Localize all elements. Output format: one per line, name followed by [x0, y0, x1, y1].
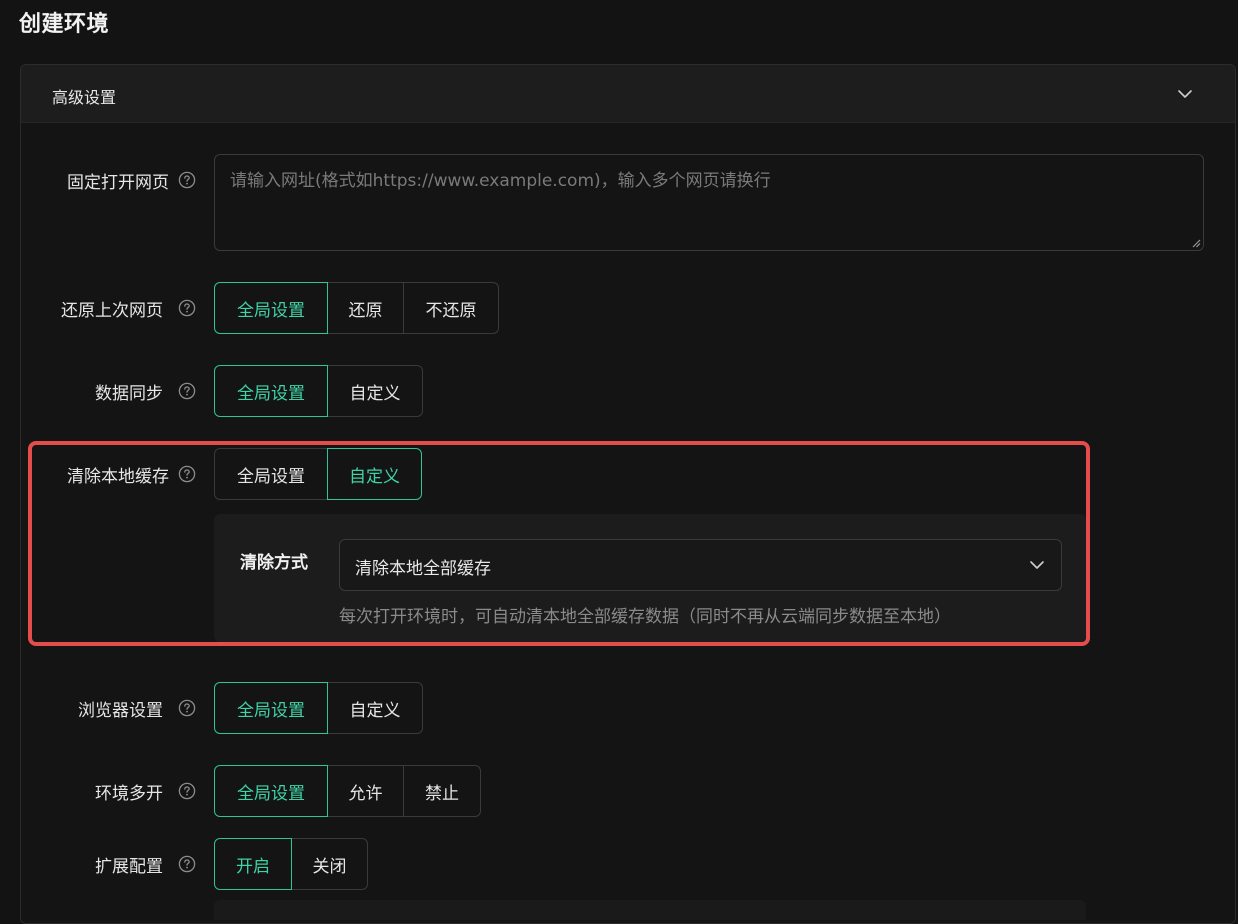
browser-settings-option-custom[interactable]: 自定义	[328, 682, 423, 734]
multi-open-label: 环境多开	[95, 784, 163, 804]
extensions-option-on[interactable]: 开启	[214, 838, 292, 890]
restore-pages-segment: 全局设置 还原 不还原	[214, 282, 499, 334]
data-sync-option-custom[interactable]: 自定义	[328, 365, 423, 417]
extensions-subpanel	[214, 900, 1086, 920]
fixed-pages-placeholder: 请输入网址(格式如https://www.example.com)，输入多个网页…	[230, 171, 771, 191]
clear-cache-option-custom[interactable]: 自定义	[327, 448, 422, 500]
data-sync-option-global[interactable]: 全局设置	[214, 365, 328, 417]
clear-cache-subpanel: 清除方式 清除本地全部缓存 每次打开环境时，可自动清本地全部缓存数据（同时不再从…	[214, 514, 1086, 642]
extensions-option-off[interactable]: 关闭	[292, 838, 368, 890]
chevron-down-icon[interactable]	[1175, 84, 1195, 104]
restore-pages-option-restore[interactable]: 还原	[328, 282, 404, 334]
clear-method-value: 清除本地全部缓存	[355, 559, 491, 579]
restore-pages-option-global[interactable]: 全局设置	[214, 282, 328, 334]
extensions-segment: 开启 关闭	[214, 838, 368, 890]
restore-pages-option-no-restore[interactable]: 不还原	[404, 282, 499, 334]
restore-pages-label: 还原上次网页	[61, 301, 163, 321]
fixed-pages-input[interactable]: 请输入网址(格式如https://www.example.com)，输入多个网页…	[214, 154, 1204, 251]
multi-open-option-allow[interactable]: 允许	[328, 765, 404, 817]
clear-cache-option-global[interactable]: 全局设置	[214, 448, 328, 500]
chevron-down-icon	[1030, 561, 1044, 569]
resize-handle-icon[interactable]	[1191, 238, 1201, 248]
browser-settings-option-global[interactable]: 全局设置	[214, 682, 328, 734]
clear-cache-segment: 全局设置 自定义	[214, 448, 422, 500]
help-icon[interactable]	[178, 855, 196, 873]
fixed-pages-label: 固定打开网页	[67, 173, 169, 193]
data-sync-label: 数据同步	[95, 384, 163, 404]
clear-method-label: 清除方式	[240, 553, 308, 573]
multi-open-segment: 全局设置 允许 禁止	[214, 765, 481, 817]
browser-settings-label: 浏览器设置	[78, 701, 163, 721]
browser-settings-segment: 全局设置 自定义	[214, 682, 423, 734]
advanced-settings-header[interactable]: 高级设置	[21, 65, 1235, 123]
help-icon[interactable]	[178, 465, 196, 483]
help-icon[interactable]	[178, 171, 196, 189]
help-icon[interactable]	[178, 699, 196, 717]
extensions-label: 扩展配置	[95, 857, 163, 877]
advanced-settings-title: 高级设置	[52, 88, 117, 107]
help-icon[interactable]	[178, 299, 196, 317]
multi-open-option-forbid[interactable]: 禁止	[404, 765, 481, 817]
help-icon[interactable]	[178, 382, 196, 400]
clear-method-select[interactable]: 清除本地全部缓存	[339, 539, 1062, 591]
clear-cache-label: 清除本地缓存	[67, 467, 169, 487]
clear-method-hint: 每次打开环境时，可自动清本地全部缓存数据（同时不再从云端同步数据至本地）	[339, 607, 951, 627]
multi-open-option-global[interactable]: 全局设置	[214, 765, 328, 817]
page-title: 创建环境	[19, 12, 110, 37]
help-icon[interactable]	[178, 782, 196, 800]
data-sync-segment: 全局设置 自定义	[214, 365, 423, 417]
